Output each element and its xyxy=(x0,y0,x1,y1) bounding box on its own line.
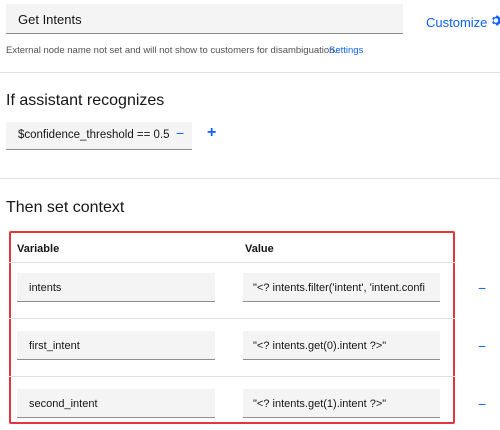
customize-label: Customize xyxy=(426,14,488,30)
add-condition-button[interactable]: + xyxy=(207,124,216,142)
row-divider xyxy=(9,262,455,263)
gear-icon xyxy=(491,14,500,30)
column-header-value: Value xyxy=(245,243,274,255)
external-name-note: External node name not set and will not … xyxy=(6,45,338,56)
row-divider xyxy=(9,318,455,319)
remove-context-row-button[interactable]: − xyxy=(478,338,486,354)
remove-context-row-button[interactable]: − xyxy=(478,396,486,412)
remove-context-row-button[interactable]: − xyxy=(478,280,486,296)
divider xyxy=(0,178,500,179)
customize-button[interactable]: Customize xyxy=(426,14,500,30)
column-header-variable: Variable xyxy=(17,243,60,255)
row-divider xyxy=(9,376,455,377)
context-variable-input[interactable]: second_intent xyxy=(17,389,215,418)
context-value-input[interactable]: "<? intents.filter('intent', 'intent.con… xyxy=(243,273,440,302)
condition-input[interactable]: $confidence_threshold == 0.5 xyxy=(6,122,192,150)
remove-condition-button[interactable]: − xyxy=(176,125,184,141)
settings-link[interactable]: Settings xyxy=(329,45,363,56)
context-variable-input[interactable]: intents xyxy=(17,273,215,302)
node-name-input[interactable]: Get Intents xyxy=(6,4,403,34)
context-value-input[interactable]: "<? intents.get(0).intent ?>" xyxy=(243,331,440,360)
divider xyxy=(0,72,500,73)
context-value-input[interactable]: "<? intents.get(1).intent ?>" xyxy=(243,389,440,418)
condition-heading: If assistant recognizes xyxy=(6,92,165,109)
context-variable-input[interactable]: first_intent xyxy=(17,331,215,360)
context-heading: Then set context xyxy=(6,199,125,216)
